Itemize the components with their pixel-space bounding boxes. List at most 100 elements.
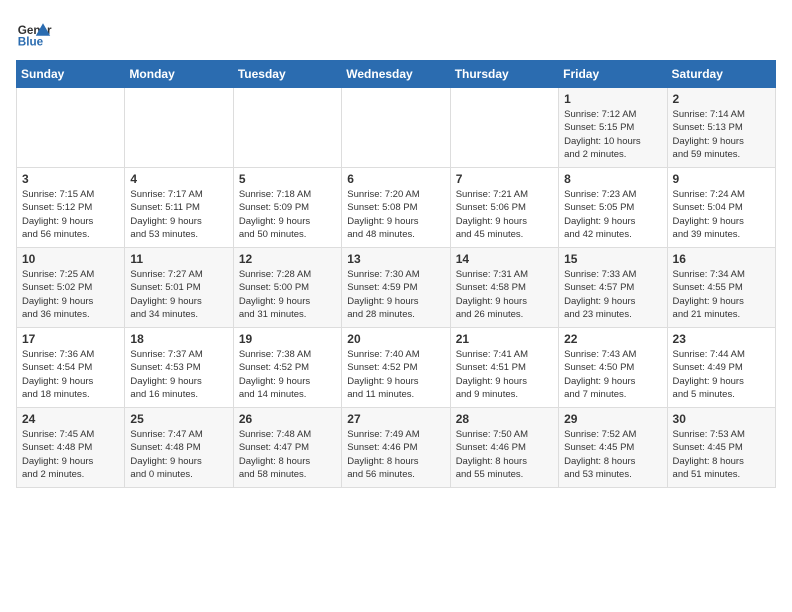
calendar-cell: 24 Sunrise: 7:45 AM Sunset: 4:48 PM Dayli… xyxy=(17,408,125,488)
day-info: Sunrise: 7:49 AM Sunset: 4:46 PM Dayligh… xyxy=(347,428,444,481)
day-info: Sunrise: 7:44 AM Sunset: 4:49 PM Dayligh… xyxy=(673,348,770,401)
calendar-cell xyxy=(17,88,125,168)
day-header-monday: Monday xyxy=(125,61,233,88)
day-info: Sunrise: 7:43 AM Sunset: 4:50 PM Dayligh… xyxy=(564,348,661,401)
day-info: Sunrise: 7:18 AM Sunset: 5:09 PM Dayligh… xyxy=(239,188,336,241)
calendar-cell: 20 Sunrise: 7:40 AM Sunset: 4:52 PM Dayli… xyxy=(342,328,450,408)
day-number: 6 xyxy=(347,172,444,186)
calendar-cell: 10 Sunrise: 7:25 AM Sunset: 5:02 PM Dayli… xyxy=(17,248,125,328)
calendar-cell: 15Sunrise: 7:33 AM Sunset: 4:57 PM Dayli… xyxy=(559,248,667,328)
week-row-0: 1 Sunrise: 7:12 AM Sunset: 5:15 PM Daylig… xyxy=(17,88,776,168)
day-info: Sunrise: 7:30 AM Sunset: 4:59 PM Dayligh… xyxy=(347,268,444,321)
day-info: Sunrise: 7:15 AM Sunset: 5:12 PM Dayligh… xyxy=(22,188,119,241)
calendar-cell: 23 Sunrise: 7:44 AM Sunset: 4:49 PM Dayli… xyxy=(667,328,775,408)
week-row-2: 10 Sunrise: 7:25 AM Sunset: 5:02 PM Dayli… xyxy=(17,248,776,328)
day-number: 18 xyxy=(130,332,227,346)
calendar-cell xyxy=(125,88,233,168)
calendar-cell: 29Sunrise: 7:52 AM Sunset: 4:45 PM Dayli… xyxy=(559,408,667,488)
day-number: 16 xyxy=(673,252,770,266)
day-info: Sunrise: 7:27 AM Sunset: 5:01 PM Dayligh… xyxy=(130,268,227,321)
day-info: Sunrise: 7:40 AM Sunset: 4:52 PM Dayligh… xyxy=(347,348,444,401)
calendar-cell: 5 Sunrise: 7:18 AM Sunset: 5:09 PM Daylig… xyxy=(233,168,341,248)
day-number: 10 xyxy=(22,252,119,266)
day-info: Sunrise: 7:25 AM Sunset: 5:02 PM Dayligh… xyxy=(22,268,119,321)
calendar-table: SundayMondayTuesdayWednesdayThursdayFrid… xyxy=(16,60,776,488)
day-info: Sunrise: 7:23 AM Sunset: 5:05 PM Dayligh… xyxy=(564,188,661,241)
logo: General Blue xyxy=(16,16,52,52)
day-info: Sunrise: 7:12 AM Sunset: 5:15 PM Dayligh… xyxy=(564,108,661,161)
day-number: 2 xyxy=(673,92,770,106)
day-number: 23 xyxy=(673,332,770,346)
day-number: 4 xyxy=(130,172,227,186)
calendar-cell: 12 Sunrise: 7:28 AM Sunset: 5:00 PM Dayli… xyxy=(233,248,341,328)
day-info: Sunrise: 7:48 AM Sunset: 4:47 PM Dayligh… xyxy=(239,428,336,481)
day-number: 3 xyxy=(22,172,119,186)
day-number: 9 xyxy=(673,172,770,186)
calendar-cell: 25 Sunrise: 7:47 AM Sunset: 4:48 PM Dayli… xyxy=(125,408,233,488)
day-info: Sunrise: 7:36 AM Sunset: 4:54 PM Dayligh… xyxy=(22,348,119,401)
day-info: Sunrise: 7:38 AM Sunset: 4:52 PM Dayligh… xyxy=(239,348,336,401)
calendar-cell: 26 Sunrise: 7:48 AM Sunset: 4:47 PM Dayli… xyxy=(233,408,341,488)
day-header-wednesday: Wednesday xyxy=(342,61,450,88)
day-info: Sunrise: 7:53 AM Sunset: 4:45 PM Dayligh… xyxy=(673,428,770,481)
day-number: 1 xyxy=(564,92,661,106)
day-info: Sunrise: 7:21 AM Sunset: 5:06 PM Dayligh… xyxy=(456,188,553,241)
day-number: 17 xyxy=(22,332,119,346)
day-info: Sunrise: 7:28 AM Sunset: 5:00 PM Dayligh… xyxy=(239,268,336,321)
calendar-cell: 3 Sunrise: 7:15 AM Sunset: 5:12 PM Daylig… xyxy=(17,168,125,248)
calendar-cell: 6Sunrise: 7:20 AM Sunset: 5:08 PM Daylig… xyxy=(342,168,450,248)
day-info: Sunrise: 7:47 AM Sunset: 4:48 PM Dayligh… xyxy=(130,428,227,481)
day-header-tuesday: Tuesday xyxy=(233,61,341,88)
calendar-cell: 27 Sunrise: 7:49 AM Sunset: 4:46 PM Dayli… xyxy=(342,408,450,488)
day-number: 28 xyxy=(456,412,553,426)
calendar-cell: 18 Sunrise: 7:37 AM Sunset: 4:53 PM Dayli… xyxy=(125,328,233,408)
calendar-cell: 28Sunrise: 7:50 AM Sunset: 4:46 PM Dayli… xyxy=(450,408,558,488)
calendar-cell xyxy=(233,88,341,168)
day-header-friday: Friday xyxy=(559,61,667,88)
calendar-cell xyxy=(342,88,450,168)
calendar-cell: 30 Sunrise: 7:53 AM Sunset: 4:45 PM Dayli… xyxy=(667,408,775,488)
calendar-cell: 2 Sunrise: 7:14 AM Sunset: 5:13 PM Daylig… xyxy=(667,88,775,168)
day-info: Sunrise: 7:33 AM Sunset: 4:57 PM Dayligh… xyxy=(564,268,661,321)
day-number: 11 xyxy=(130,252,227,266)
day-number: 21 xyxy=(456,332,553,346)
day-number: 26 xyxy=(239,412,336,426)
day-number: 20 xyxy=(347,332,444,346)
day-header-saturday: Saturday xyxy=(667,61,775,88)
svg-text:Blue: Blue xyxy=(18,36,44,49)
calendar-cell: 7Sunrise: 7:21 AM Sunset: 5:06 PM Daylig… xyxy=(450,168,558,248)
calendar-cell: 13 Sunrise: 7:30 AM Sunset: 4:59 PM Dayli… xyxy=(342,248,450,328)
day-number: 8 xyxy=(564,172,661,186)
calendar-cell xyxy=(450,88,558,168)
calendar-cell: 14Sunrise: 7:31 AM Sunset: 4:58 PM Dayli… xyxy=(450,248,558,328)
calendar-cell: 16 Sunrise: 7:34 AM Sunset: 4:55 PM Dayli… xyxy=(667,248,775,328)
day-info: Sunrise: 7:37 AM Sunset: 4:53 PM Dayligh… xyxy=(130,348,227,401)
day-info: Sunrise: 7:34 AM Sunset: 4:55 PM Dayligh… xyxy=(673,268,770,321)
day-number: 22 xyxy=(564,332,661,346)
logo-icon: General Blue xyxy=(16,16,52,52)
calendar-cell: 17 Sunrise: 7:36 AM Sunset: 4:54 PM Dayli… xyxy=(17,328,125,408)
calendar-cell: 19 Sunrise: 7:38 AM Sunset: 4:52 PM Dayli… xyxy=(233,328,341,408)
day-info: Sunrise: 7:41 AM Sunset: 4:51 PM Dayligh… xyxy=(456,348,553,401)
days-header-row: SundayMondayTuesdayWednesdayThursdayFrid… xyxy=(17,61,776,88)
header: General Blue xyxy=(16,16,776,52)
day-info: Sunrise: 7:24 AM Sunset: 5:04 PM Dayligh… xyxy=(673,188,770,241)
day-header-thursday: Thursday xyxy=(450,61,558,88)
day-number: 14 xyxy=(456,252,553,266)
day-info: Sunrise: 7:45 AM Sunset: 4:48 PM Dayligh… xyxy=(22,428,119,481)
day-number: 5 xyxy=(239,172,336,186)
day-header-sunday: Sunday xyxy=(17,61,125,88)
calendar-cell: 9 Sunrise: 7:24 AM Sunset: 5:04 PM Daylig… xyxy=(667,168,775,248)
calendar-cell: 11 Sunrise: 7:27 AM Sunset: 5:01 PM Dayli… xyxy=(125,248,233,328)
day-info: Sunrise: 7:17 AM Sunset: 5:11 PM Dayligh… xyxy=(130,188,227,241)
day-number: 19 xyxy=(239,332,336,346)
calendar-cell: 21 Sunrise: 7:41 AM Sunset: 4:51 PM Dayli… xyxy=(450,328,558,408)
day-number: 12 xyxy=(239,252,336,266)
day-number: 27 xyxy=(347,412,444,426)
day-number: 25 xyxy=(130,412,227,426)
day-info: Sunrise: 7:14 AM Sunset: 5:13 PM Dayligh… xyxy=(673,108,770,161)
day-number: 30 xyxy=(673,412,770,426)
calendar-cell: 1 Sunrise: 7:12 AM Sunset: 5:15 PM Daylig… xyxy=(559,88,667,168)
day-number: 24 xyxy=(22,412,119,426)
day-number: 13 xyxy=(347,252,444,266)
